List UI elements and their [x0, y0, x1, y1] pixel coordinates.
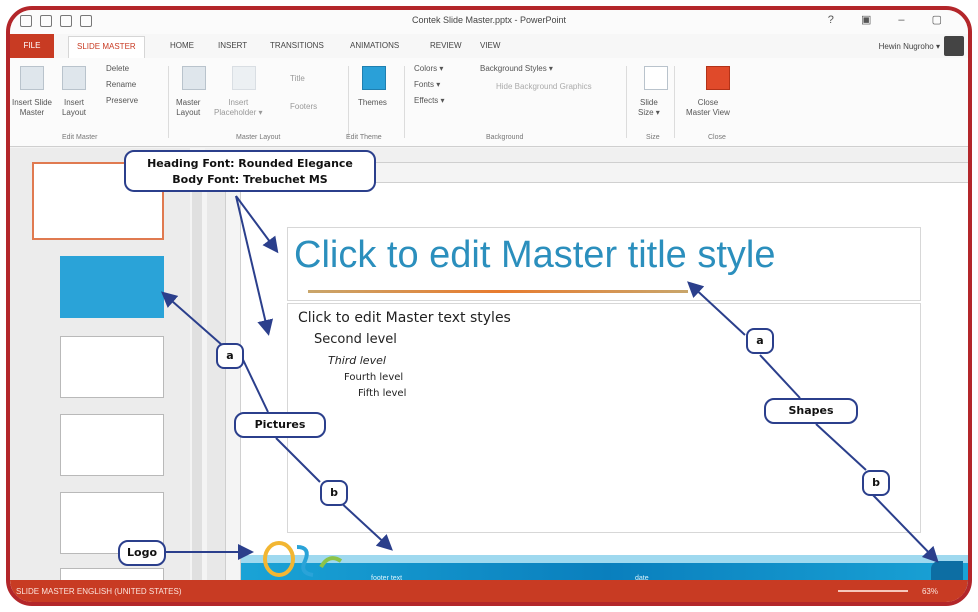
- connector-pictures-b: [275, 437, 321, 483]
- callout-pictures: Pictures: [234, 412, 326, 438]
- callout-fonts: Heading Font: Rounded Elegance Body Font…: [124, 150, 376, 192]
- arrow-b-right: [871, 493, 939, 563]
- arrow-b-left: [337, 499, 393, 551]
- callout-shapes: Shapes: [764, 398, 858, 424]
- callout-a-right: a: [746, 328, 774, 354]
- arrow-a-left: [160, 291, 223, 346]
- callout-b-right: b: [862, 470, 890, 496]
- annotation-arrows: [160, 195, 939, 563]
- callout-logo: Logo: [118, 540, 166, 566]
- callout-a-left: a: [216, 343, 244, 369]
- callout-b-left: b: [320, 480, 348, 506]
- connector-a-shapes: [759, 354, 801, 399]
- connector-shapes-b: [815, 423, 867, 471]
- arrow-a-right: [687, 281, 746, 336]
